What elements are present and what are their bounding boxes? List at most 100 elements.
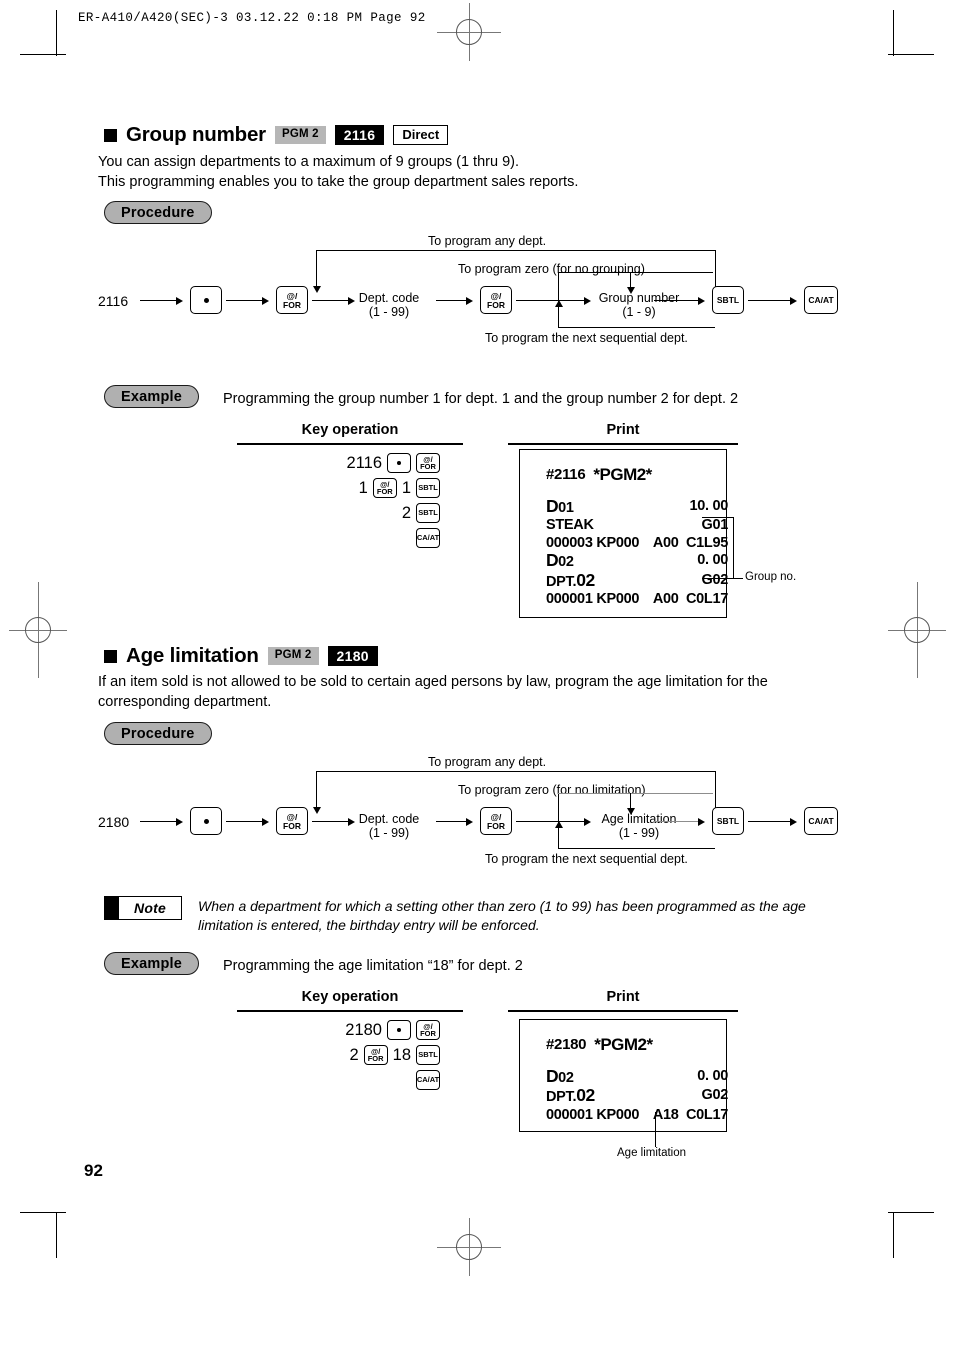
receipt-line-left: 02 bbox=[558, 1069, 574, 1086]
receipt-line-left: 000001 KP000 bbox=[546, 1106, 640, 1123]
example-description: Programming the age limitation “18” for … bbox=[223, 958, 523, 974]
receipt-line: D01 10. 00 bbox=[546, 495, 728, 518]
badge-direct: Direct bbox=[393, 124, 449, 146]
receipt-line-left: STEAK bbox=[546, 517, 594, 533]
example-label: Example bbox=[104, 385, 200, 408]
flow-label-bottom: To program the next sequential dept. bbox=[485, 852, 688, 866]
crop-mark-bottom-right-h bbox=[888, 1212, 934, 1214]
receipt-line-left: DPT. bbox=[546, 573, 577, 590]
key-ca-at-1: CA/AT bbox=[804, 807, 838, 835]
callout-label: Age limitation bbox=[617, 1147, 687, 1159]
key-label-bottom: FOR bbox=[283, 820, 301, 831]
key-label-bottom: FOR bbox=[283, 299, 301, 310]
key-at-for: @/ FOR bbox=[416, 453, 440, 473]
key-sbtl: SBTL bbox=[416, 1045, 440, 1065]
key-operation-row: 1 @/ FOR 1 SBTL bbox=[300, 477, 440, 499]
key-operation-number: 18 bbox=[392, 1045, 411, 1064]
key-sbtl-1: SBTL bbox=[712, 807, 744, 835]
printer-header: ER-A410/A420(SEC)-3 03.12.22 0:18 PM Pag… bbox=[78, 11, 426, 25]
receipt-line: D02 0. 00 bbox=[546, 551, 728, 572]
key-sbtl-1: SBTL bbox=[712, 286, 744, 314]
receipt-program-code: #2180 bbox=[546, 1036, 587, 1053]
key-operation-number: 1 bbox=[358, 478, 368, 497]
key-operation-number: 2 bbox=[401, 503, 411, 522]
receipt-line-right: 0. 00 bbox=[697, 552, 728, 568]
key-operation-list-2: 2180 @/ FOR 2 @/ FOR 18 SBTL CA/AT bbox=[300, 1019, 440, 1094]
page-title: Group number bbox=[126, 123, 266, 146]
receipt-mode: *PGM2* bbox=[593, 465, 652, 484]
node-label-line1: Group number bbox=[598, 291, 680, 305]
note-block: Note When a department for which a setti… bbox=[104, 896, 824, 935]
receipt-line-left: 02 bbox=[558, 554, 574, 570]
note-badge: Note bbox=[104, 896, 182, 920]
dot-icon bbox=[203, 297, 209, 303]
section-description: You can assign departments to a maximum … bbox=[98, 152, 798, 192]
receipt-line-right: G02 bbox=[701, 1087, 728, 1103]
key-operation-row: CA/AT bbox=[300, 527, 440, 549]
note-line: When a department for which a setting ot… bbox=[198, 898, 806, 914]
flow-node-group-number: Group number (1 - 9) bbox=[584, 291, 694, 319]
receipt-dept-prefix: D bbox=[546, 495, 559, 516]
key-operation-row: 2180 @/ FOR bbox=[300, 1019, 440, 1041]
key-sbtl: SBTL bbox=[416, 478, 440, 498]
key-decimal-point bbox=[190, 807, 222, 835]
procedure-flow-diagram-group-number: To program any dept. To program zero (fo… bbox=[98, 232, 838, 352]
receipt-line-left: DPT. bbox=[546, 1089, 577, 1105]
crop-mark-top-left-v bbox=[56, 10, 58, 56]
key-at-for-1: @/ FOR bbox=[276, 286, 308, 314]
receipt-title-line: #2180 *PGM2* bbox=[546, 1036, 728, 1054]
receipt-line: 000001 KP000 A00 C0L17 bbox=[546, 591, 728, 609]
crop-mark-top-right-h bbox=[888, 54, 934, 56]
receipt-line-right: A18 C0L17 bbox=[652, 1106, 728, 1123]
receipt-line-left: 000001 KP000 bbox=[546, 591, 640, 607]
example-label: Example bbox=[104, 952, 200, 975]
node-label-line2: (1 - 99) bbox=[368, 305, 410, 319]
receipt-line-right: 10. 00 bbox=[689, 497, 728, 514]
dot-icon bbox=[203, 818, 209, 824]
description-line: You can assign departments to a maximum … bbox=[98, 154, 519, 170]
print-sample-receipt-2: #2180 *PGM2* D02 0. 00 DPT.02 G02 000001… bbox=[519, 1019, 728, 1132]
key-operation-number: 2116 bbox=[346, 453, 382, 472]
note-label: Note bbox=[134, 900, 166, 916]
page-title: Age limitation bbox=[126, 644, 259, 667]
key-ca-at-1: CA/AT bbox=[804, 286, 838, 314]
crop-mark-bottom-left-v bbox=[56, 1212, 58, 1258]
badge-program-code: 2180 bbox=[327, 646, 378, 666]
description-line: If an item sold is not allowed to be sol… bbox=[98, 674, 768, 690]
crop-mark-top-right-v bbox=[893, 10, 895, 56]
receipt-line-right: G01 bbox=[701, 517, 728, 533]
callout-label: Group no. bbox=[745, 571, 797, 583]
section-description: If an item sold is not allowed to be sol… bbox=[98, 672, 828, 712]
example-description: Programming the group number 1 for dept.… bbox=[223, 391, 739, 407]
key-at-for-1: @/ FOR bbox=[276, 807, 308, 835]
key-operation-number: 2180 bbox=[345, 1020, 382, 1039]
section-heading-group-number: Group number PGM 2 2116 Direct bbox=[104, 123, 449, 147]
node-label-line1: Age limitation bbox=[601, 812, 677, 826]
receipt-program-code: #2116 bbox=[546, 466, 586, 483]
node-label-line2: (1 - 99) bbox=[618, 826, 660, 840]
receipt-line: 000003 KP000 A00 C1L95 bbox=[546, 535, 728, 553]
column-header-key-operation: Key operation bbox=[301, 422, 399, 438]
procedure-label: Procedure bbox=[104, 201, 212, 224]
key-at-for: @/ FOR bbox=[416, 1020, 440, 1040]
flow-label-bottom: To program the next sequential dept. bbox=[485, 331, 688, 345]
registration-mark-top bbox=[437, 3, 501, 61]
flow-node-age-limitation: Age limitation (1 - 99) bbox=[584, 812, 694, 840]
badge-mode-pgm2: PGM 2 bbox=[274, 126, 326, 144]
column-header-key-operation: Key operation bbox=[301, 989, 399, 1005]
receipt-line-right: 0. 00 bbox=[697, 1067, 728, 1084]
receipt-line-left: 000003 KP000 bbox=[546, 534, 640, 551]
node-label-line1: Dept. code bbox=[358, 291, 420, 305]
flow-label-top: To program any dept. bbox=[428, 755, 547, 769]
receipt-line: 000001 KP000 A18 C0L17 bbox=[546, 1107, 728, 1125]
badge-mode-pgm2: PGM 2 bbox=[267, 647, 319, 665]
receipt-dept-number: 02 bbox=[576, 1085, 595, 1105]
key-ca-at: CA/AT bbox=[416, 528, 440, 548]
key-label-bottom: FOR bbox=[487, 299, 505, 310]
flow-label-mid: To program zero (for no grouping) bbox=[458, 262, 645, 276]
receipt-line-left: 01 bbox=[558, 499, 574, 516]
receipt-title-line: #2116 *PGM2* bbox=[546, 466, 728, 484]
section-heading-age-limitation: Age limitation PGM 2 2180 bbox=[104, 644, 378, 668]
flow-start-code: 2116 bbox=[98, 293, 129, 309]
key-decimal-point bbox=[387, 1020, 411, 1040]
